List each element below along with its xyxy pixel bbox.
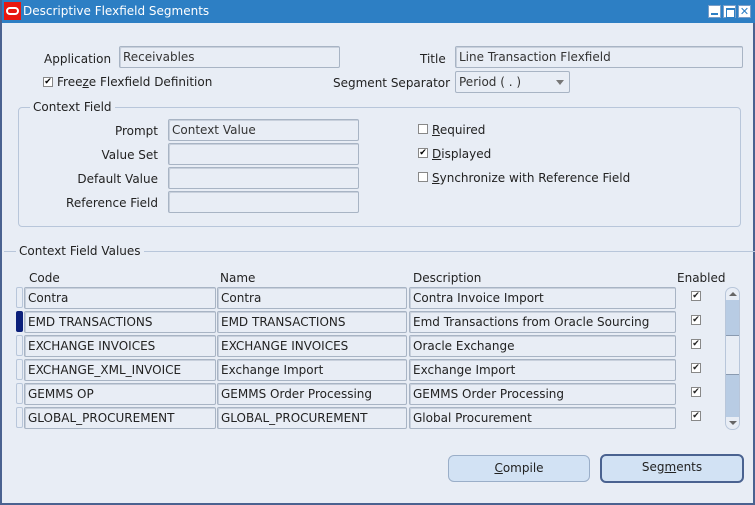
value-set-field[interactable]: [168, 143, 359, 165]
descriptive-flexfield-window: Descriptive Flexfield Segments ✕ Applica…: [0, 0, 755, 505]
row-indicator[interactable]: [16, 287, 23, 308]
enabled-checkbox[interactable]: ✔: [691, 291, 701, 301]
check-icon: ✔: [692, 339, 700, 349]
freeze-flexfield-label: Freeze Flexfield Definition: [57, 75, 212, 89]
required-label-text: equired: [439, 123, 486, 137]
default-value-label: Default Value: [77, 172, 158, 186]
check-icon: ✔: [692, 363, 700, 373]
required-label: Required: [432, 123, 485, 137]
code-cell[interactable]: Contra: [24, 287, 216, 309]
compile-mnemonic: C: [494, 461, 503, 475]
freeze-flexfield-checkbox[interactable]: ✔: [43, 77, 53, 87]
segments-label-part: Seg: [641, 460, 665, 474]
segment-separator-value: Period ( . ): [459, 75, 522, 89]
code-cell[interactable]: EXCHANGE INVOICES: [24, 335, 216, 357]
enabled-checkbox[interactable]: ✔: [691, 387, 701, 397]
scroll-down-arrow-icon[interactable]: [726, 417, 739, 429]
title-label: Title: [420, 52, 446, 66]
displayed-checkbox[interactable]: ✔: [418, 148, 428, 158]
enabled-checkbox[interactable]: ✔: [691, 339, 701, 349]
context-values-group-title: Context Field Values: [16, 244, 144, 258]
row-indicator[interactable]: [16, 359, 23, 380]
compile-label: ompile: [502, 461, 544, 475]
compile-button[interactable]: Compile: [448, 455, 590, 482]
check-icon: ✔: [419, 148, 427, 158]
displayed-mnemonic: D: [432, 147, 442, 161]
enabled-checkbox[interactable]: ✔: [691, 315, 701, 325]
reference-field-label: Reference Field: [66, 196, 158, 210]
description-cell[interactable]: Emd Transactions from Oracle Sourcing: [409, 311, 676, 333]
prompt-label: Prompt: [114, 124, 158, 138]
scroll-up-arrow-icon[interactable]: [726, 288, 739, 300]
name-cell[interactable]: EXCHANGE INVOICES: [217, 335, 407, 357]
code-cell[interactable]: EXCHANGE_XML_INVOICE: [24, 359, 216, 381]
description-cell[interactable]: GEMMS Order Processing: [409, 383, 676, 405]
reference-field-field[interactable]: [168, 191, 359, 213]
check-icon: ✔: [692, 411, 700, 421]
segments-mnemonic: m: [664, 460, 677, 474]
maximize-button[interactable]: [723, 5, 736, 18]
synchronize-mnemonic: S: [432, 171, 440, 185]
displayed-label: Displayed: [432, 147, 491, 161]
oracle-logo-icon: [4, 2, 21, 20]
enabled-checkbox[interactable]: ✔: [691, 363, 701, 373]
default-value-field[interactable]: [168, 167, 359, 189]
name-cell[interactable]: EMD TRANSACTIONS: [217, 311, 407, 333]
check-icon: ✔: [692, 291, 700, 301]
check-icon: ✔: [692, 387, 700, 397]
name-cell[interactable]: GEMMS Order Processing: [217, 383, 407, 405]
code-cell[interactable]: GEMMS OP: [24, 383, 216, 405]
check-icon: ✔: [692, 315, 700, 325]
minimize-button[interactable]: [708, 5, 721, 18]
required-checkbox[interactable]: [418, 124, 428, 134]
check-icon: ✔: [44, 77, 52, 87]
title-field[interactable]: Line Transaction Flexfield: [455, 46, 743, 68]
name-cell[interactable]: Contra: [217, 287, 407, 309]
chevron-down-icon: [556, 80, 564, 85]
application-field[interactable]: Receivables: [119, 46, 340, 68]
name-cell[interactable]: Exchange Import: [217, 359, 407, 381]
description-cell[interactable]: Global Procurement: [409, 407, 676, 429]
column-header-code: Code: [29, 271, 60, 285]
required-mnemonic: R: [432, 123, 440, 137]
segments-label-part: ents: [676, 460, 703, 474]
synchronize-label-text: ynchronize with Reference Field: [439, 171, 631, 185]
displayed-label-text: isplayed: [441, 147, 492, 161]
row-indicator[interactable]: [16, 311, 23, 332]
context-field-group-title: Context Field: [30, 100, 115, 114]
window-title: Descriptive Flexfield Segments: [23, 4, 210, 18]
row-indicator[interactable]: [16, 407, 23, 428]
code-cell[interactable]: EMD TRANSACTIONS: [24, 311, 216, 333]
vertical-scrollbar[interactable]: [725, 287, 740, 430]
title-bar[interactable]: Descriptive Flexfield Segments ✕: [2, 0, 755, 23]
code-cell[interactable]: GLOBAL_PROCUREMENT: [24, 407, 216, 429]
description-cell[interactable]: Contra Invoice Import: [409, 287, 676, 309]
close-icon: ✕: [739, 5, 750, 18]
freeze-label-part: e Flexfield Definition: [88, 75, 213, 89]
scrollbar-thumb[interactable]: [726, 335, 739, 375]
description-cell[interactable]: Exchange Import: [409, 359, 676, 381]
freeze-label-part: Free: [57, 75, 83, 89]
row-indicator[interactable]: [16, 335, 23, 356]
prompt-field[interactable]: Context Value: [168, 119, 359, 141]
synchronize-checkbox[interactable]: [418, 172, 428, 182]
column-header-description: Description: [413, 271, 482, 285]
description-cell[interactable]: Oracle Exchange: [409, 335, 676, 357]
column-header-name: Name: [220, 271, 256, 285]
segment-separator-select[interactable]: Period ( . ): [455, 71, 570, 93]
segments-button[interactable]: Segments: [600, 454, 744, 483]
segment-separator-label: Segment Separator: [333, 76, 451, 90]
close-button[interactable]: ✕: [738, 5, 751, 18]
value-set-label: Value Set: [101, 148, 158, 162]
application-label: Application: [44, 52, 112, 66]
row-indicator[interactable]: [16, 383, 23, 404]
synchronize-label: Synchronize with Reference Field: [432, 171, 630, 185]
name-cell[interactable]: GLOBAL_PROCUREMENT: [217, 407, 407, 429]
column-header-enabled: Enabled: [677, 271, 726, 285]
enabled-checkbox[interactable]: ✔: [691, 411, 701, 421]
